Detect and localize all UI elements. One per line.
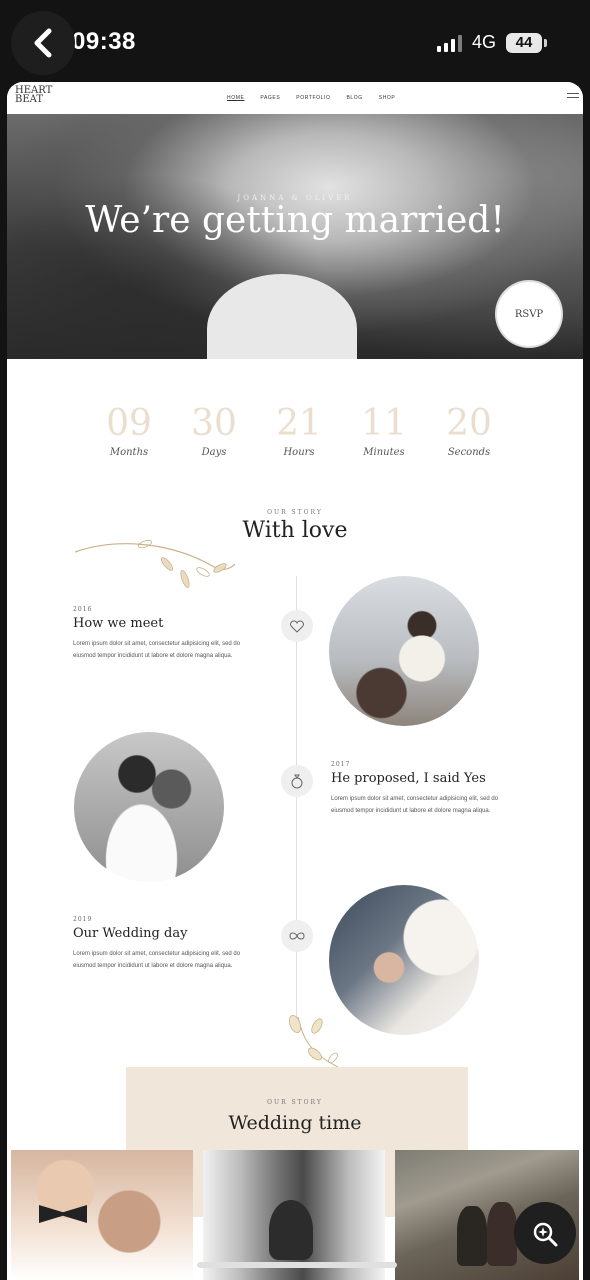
bow-tie-shape	[39, 1205, 87, 1223]
story-heading: How we meet	[73, 616, 164, 631]
countdown-seconds: 20 Seconds	[429, 403, 509, 459]
site-logo[interactable]: HEART BEAT	[15, 86, 52, 105]
countdown-value: 21	[276, 403, 322, 444]
battery-level: 44	[515, 34, 533, 51]
story-photo-kids	[329, 576, 479, 726]
timeline-node-2	[281, 765, 313, 797]
story-heading: Our Wedding day	[73, 926, 188, 941]
story-photo-couple	[74, 732, 224, 882]
person-silhouette	[457, 1206, 487, 1266]
status-right: 4G 44	[436, 32, 547, 53]
countdown-months: 09 Months	[89, 403, 169, 459]
hero-banner: JOANNA & OLIVER We’re getting married! R…	[7, 114, 583, 359]
network-label: 4G	[471, 32, 496, 52]
status-time: 09:38	[72, 28, 136, 55]
story-year: 2019	[73, 916, 93, 923]
site-header: HEART BEAT HOME PAGES PORTFOLIO BLOG SHO…	[7, 82, 583, 114]
story-text: Lorem ipsum dolor sit amet, consectetur …	[73, 951, 241, 969]
countdown-label: Hours	[283, 447, 315, 458]
story-item-2016: 2016 How we meet Lorem ipsum dolor sit a…	[73, 606, 243, 662]
timeline-node-3	[281, 920, 313, 952]
countdown-hours: 21 Hours	[259, 403, 339, 459]
lens-search-button[interactable]	[514, 1202, 576, 1264]
story-year: 2016	[73, 606, 93, 613]
countdown-label: Days	[201, 447, 227, 458]
logo-line-2: BEAT	[15, 94, 43, 105]
gallery-photo-1[interactable]	[11, 1150, 193, 1280]
status-bar: 09:38 4G 44	[0, 0, 590, 82]
main-menu: HOME PAGES PORTFOLIO BLOG SHOP	[227, 95, 395, 101]
countdown-days: 30 Days	[174, 403, 254, 459]
story-item-2019: 2019 Our Wedding day Lorem ipsum dolor s…	[73, 916, 243, 972]
signal-icon	[436, 34, 462, 52]
countdown-label: Seconds	[447, 447, 491, 458]
home-indicator	[197, 1262, 397, 1268]
hamburger-menu-icon[interactable]	[567, 93, 579, 101]
hero-headline: We’re getting married!	[85, 200, 505, 241]
countdown-label: Minutes	[363, 447, 405, 458]
story-text: Lorem ipsum dolor sit amet, consectetur …	[331, 796, 499, 814]
leaf-sprig-icon	[288, 1014, 339, 1068]
nav-portfolio[interactable]: PORTFOLIO	[296, 95, 330, 101]
battery-icon: 44	[506, 32, 547, 53]
web-page[interactable]: HEART BEAT HOME PAGES PORTFOLIO BLOG SHO…	[7, 82, 583, 1280]
countdown-label: Months	[109, 447, 149, 458]
ring-icon	[291, 774, 303, 789]
countdown: 09 Months 30 Days 21 Hours 11 Minutes 20…	[89, 403, 509, 459]
nav-pages[interactable]: PAGES	[260, 95, 280, 101]
gallery-photo-2[interactable]	[203, 1150, 385, 1280]
person-silhouette	[487, 1202, 517, 1266]
countdown-value: 30	[191, 403, 237, 444]
story-text: Lorem ipsum dolor sit amet, consectetur …	[73, 641, 241, 659]
bride-silhouette	[269, 1200, 313, 1260]
story-heading: He proposed, I said Yes	[331, 771, 486, 786]
infinity-icon	[289, 932, 305, 940]
wedding-title: Wedding time	[228, 1112, 362, 1134]
nav-blog[interactable]: BLOG	[346, 95, 362, 101]
nav-home[interactable]: HOME	[227, 95, 244, 101]
leaf-branch-icon	[75, 539, 235, 588]
search-sparkle-icon	[533, 1222, 558, 1247]
rsvp-button[interactable]: RSVP	[497, 282, 561, 346]
nav-shop[interactable]: SHOP	[379, 95, 396, 101]
countdown-value: 20	[446, 403, 492, 444]
heart-icon	[290, 619, 304, 633]
story-eyebrow: OUR STORY	[267, 509, 323, 516]
timeline-line	[296, 576, 297, 1026]
story-year: 2017	[331, 761, 351, 768]
chevron-left-icon	[34, 28, 52, 58]
countdown-minutes: 11 Minutes	[344, 403, 424, 459]
story-photo-rings	[329, 885, 479, 1035]
countdown-value: 11	[361, 403, 407, 444]
back-button[interactable]	[11, 11, 75, 75]
timeline-node-1	[281, 610, 313, 642]
countdown-value: 09	[106, 403, 152, 444]
wedding-eyebrow: OUR STORY	[267, 1099, 323, 1106]
story-item-2017: 2017 He proposed, I said Yes Lorem ipsum…	[331, 761, 501, 817]
